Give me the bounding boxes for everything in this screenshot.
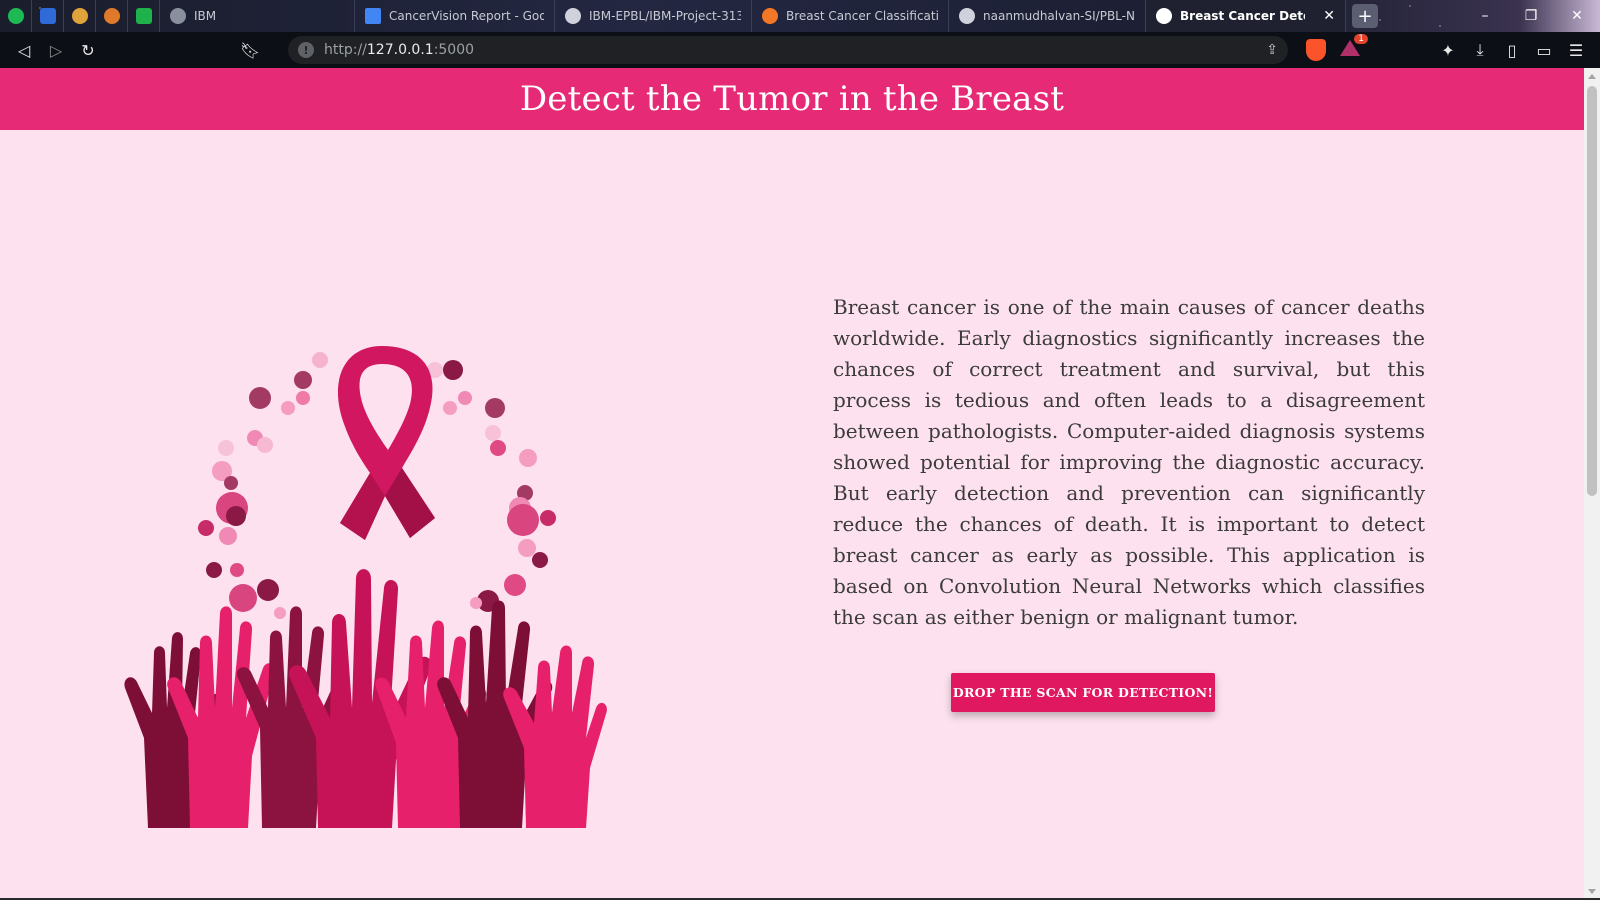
address-bar[interactable]: ! http://127.0.0.1:5000 ⇪: [288, 36, 1288, 64]
page-viewport: Detect the Tumor in the Breast Breast ca…: [0, 68, 1584, 900]
close-window-button[interactable]: ✕: [1554, 0, 1600, 32]
swirl-app-icon: [103, 8, 120, 24]
pinned-tab-spotify[interactable]: [0, 0, 32, 32]
github-icon: [565, 8, 581, 24]
spotify-icon: [7, 8, 24, 24]
description-paragraph: Breast cancer is one of the main causes …: [833, 295, 1425, 629]
tab-title: IBM-EPBL/IBM-Project-3133...: [589, 9, 741, 23]
maximize-button[interactable]: ❐: [1508, 0, 1554, 32]
forward-arrow-icon: ▷: [49, 40, 63, 60]
download-icon: ⤓: [1476, 40, 1484, 59]
raised-hands: [124, 569, 607, 828]
rewards-badge: 1: [1354, 34, 1368, 44]
tab-ibm[interactable]: IBM: [160, 0, 355, 32]
minimize-button[interactable]: –: [1462, 0, 1508, 32]
google-docs-icon: [365, 8, 381, 24]
back-button[interactable]: ◁: [8, 34, 40, 66]
github-icon: [959, 8, 975, 24]
tab-cancervision-report[interactable]: CancerVision Report - Goo...: [355, 0, 555, 32]
jupyter-icon: [762, 8, 778, 24]
tab-title: Breast Cancer Classification...: [786, 9, 938, 23]
drop-scan-button[interactable]: DROP THE SCAN FOR DETECTION!: [951, 673, 1215, 712]
brave-shields-icon[interactable]: [1306, 39, 1326, 61]
page-scrollbar[interactable]: [1584, 68, 1600, 900]
info-icon[interactable]: !: [298, 42, 314, 58]
pink-ribbon-raised-hands-illustration: [124, 346, 607, 828]
sidebar-icon: ▯: [1507, 40, 1517, 60]
pinned-tabs: [0, 0, 160, 32]
reload-icon: ↻: [81, 40, 95, 60]
browser-toolbar: ◁ ▷ ↻ 🔖︎ ! http://127.0.0.1:5000 ⇪ 1 ✦ ⤓…: [0, 32, 1600, 68]
pinned-tab-back[interactable]: [64, 0, 96, 32]
url-port: :5000: [433, 42, 475, 58]
wallet-button[interactable]: ▭: [1528, 34, 1560, 66]
pink-ribbon-icon: [337, 346, 435, 540]
bookmark-app-icon: [39, 8, 56, 24]
globe-icon: [170, 8, 186, 24]
back-arrow-app-icon: [71, 8, 88, 24]
toolbar-right: ✦ ⤓ ▯ ▭ ☰: [1432, 34, 1592, 66]
scrollbar-thumb[interactable]: [1587, 86, 1597, 496]
pinned-tab-swirl[interactable]: [96, 0, 128, 32]
globe-icon: [1156, 8, 1172, 24]
new-tab-button[interactable]: +: [1352, 4, 1378, 28]
url-text: http://127.0.0.1:5000: [324, 42, 474, 58]
wallet-icon: ▭: [1536, 40, 1552, 60]
tab-title: Breast Cancer Detection: [1180, 9, 1305, 23]
scroll-up-arrow-icon[interactable]: [1588, 74, 1596, 79]
brave-rewards-icon[interactable]: 1: [1340, 34, 1368, 60]
sidebar-button[interactable]: ▯: [1496, 34, 1528, 66]
forward-button[interactable]: ▷: [40, 34, 72, 66]
reload-button[interactable]: ↻: [72, 34, 104, 66]
page-title: Detect the Tumor in the Breast: [519, 79, 1065, 119]
tab-github-ibm-project[interactable]: IBM-EPBL/IBM-Project-3133...: [555, 0, 752, 32]
pinned-tab-bookmark[interactable]: [32, 0, 64, 32]
browser-tab-strip: IBM CancerVision Report - Goo... IBM-EPB…: [0, 0, 1600, 32]
page-header: Detect the Tumor in the Breast: [0, 68, 1584, 130]
tab-jupyter-classification[interactable]: Breast Cancer Classification...: [752, 0, 949, 32]
back-arrow-icon: ◁: [17, 40, 31, 60]
url-host: 127.0.0.1: [366, 42, 434, 58]
pinned-tab-play[interactable]: [128, 0, 160, 32]
bookmark-icon: 🔖︎: [239, 40, 261, 60]
hamburger-menu-icon: ☰: [1568, 40, 1584, 60]
menu-button[interactable]: ☰: [1560, 34, 1592, 66]
tab-github-naanmudhalvan[interactable]: naanmudhalvan-SI/PBL-NT-...: [949, 0, 1146, 32]
play-app-icon: [135, 8, 152, 24]
close-tab-icon[interactable]: ✕: [1323, 8, 1335, 24]
tab-title: CancerVision Report - Goo...: [389, 9, 544, 23]
bookmark-button[interactable]: 🔖︎: [234, 34, 266, 66]
tab-breast-cancer-detection[interactable]: Breast Cancer Detection ✕: [1146, 0, 1346, 32]
tab-title: IBM: [194, 9, 217, 23]
tab-title: naanmudhalvan-SI/PBL-NT-...: [983, 9, 1135, 23]
downloads-button[interactable]: ⤓: [1464, 34, 1496, 66]
url-scheme: http://: [324, 42, 367, 58]
extensions-button[interactable]: ✦: [1432, 34, 1464, 66]
puzzle-icon: ✦: [1441, 40, 1455, 60]
window-controls: – ❐ ✕: [1462, 0, 1600, 32]
share-icon[interactable]: ⇪: [1266, 42, 1278, 58]
scroll-down-arrow-icon[interactable]: [1588, 889, 1596, 894]
